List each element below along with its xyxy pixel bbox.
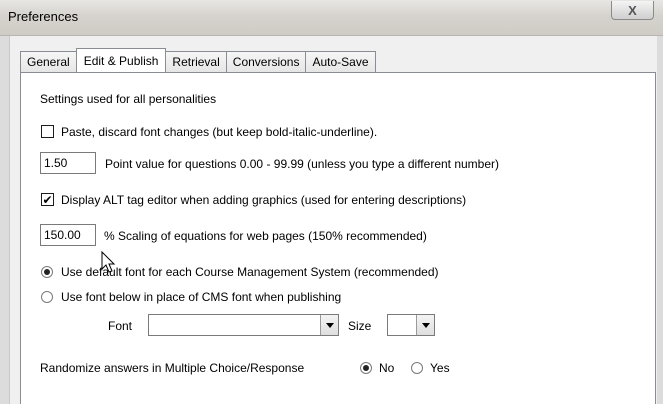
alt-tag-label: Display ALT tag editor when adding graph… xyxy=(61,193,467,207)
section-heading: Settings used for all personalities xyxy=(40,92,217,106)
randomize-no-label: No xyxy=(379,361,395,375)
close-button[interactable]: X xyxy=(611,1,654,20)
randomize-label: Randomize answers in Multiple Choice/Res… xyxy=(40,361,305,375)
check-icon: ✔ xyxy=(42,192,53,207)
alt-tag-checkbox[interactable]: ✔ xyxy=(41,193,54,206)
tab-general[interactable]: General xyxy=(20,51,77,72)
preferences-dialog: General Edit & Publish Retrieval Convers… xyxy=(9,36,657,404)
randomize-no-radio[interactable] xyxy=(360,362,372,374)
randomize-yes-label: Yes xyxy=(430,361,450,375)
custom-font-label: Use font below in place of CMS font when… xyxy=(61,290,342,304)
custom-font-radio[interactable] xyxy=(41,291,53,303)
randomize-yes-radio[interactable] xyxy=(411,362,423,374)
chevron-down-icon[interactable] xyxy=(416,315,434,335)
edit-publish-panel: Settings used for all personalities Past… xyxy=(20,72,656,404)
tab-strip: General Edit & Publish Retrieval Convers… xyxy=(20,48,376,72)
title-bar: Preferences X xyxy=(0,0,663,36)
window-title: Preferences xyxy=(8,9,79,24)
point-value-label: Point value for questions 0.00 - 99.99 (… xyxy=(105,157,500,171)
tab-conversions[interactable]: Conversions xyxy=(225,51,307,72)
radio-dot xyxy=(44,269,50,275)
tab-edit-publish[interactable]: Edit & Publish xyxy=(75,48,167,72)
font-select[interactable] xyxy=(148,314,339,336)
size-select[interactable] xyxy=(387,314,435,336)
radio-dot xyxy=(363,365,369,371)
scaling-label: % Scaling of equations for web pages (15… xyxy=(104,229,427,243)
paste-discard-checkbox[interactable] xyxy=(41,125,54,138)
default-font-label: Use default font for each Course Managem… xyxy=(61,265,439,279)
tab-retrieval[interactable]: Retrieval xyxy=(165,51,227,72)
paste-discard-label: Paste, discard font changes (but keep bo… xyxy=(61,125,378,139)
close-icon: X xyxy=(628,2,637,18)
scaling-input[interactable] xyxy=(40,224,96,246)
point-value-input[interactable] xyxy=(40,152,96,174)
chevron-down-icon[interactable] xyxy=(320,315,338,335)
size-label: Size xyxy=(348,319,372,333)
tab-auto-save[interactable]: Auto-Save xyxy=(305,51,376,72)
default-font-radio[interactable] xyxy=(41,266,53,278)
mouse-pointer-icon xyxy=(101,251,116,273)
font-label: Font xyxy=(108,319,133,333)
